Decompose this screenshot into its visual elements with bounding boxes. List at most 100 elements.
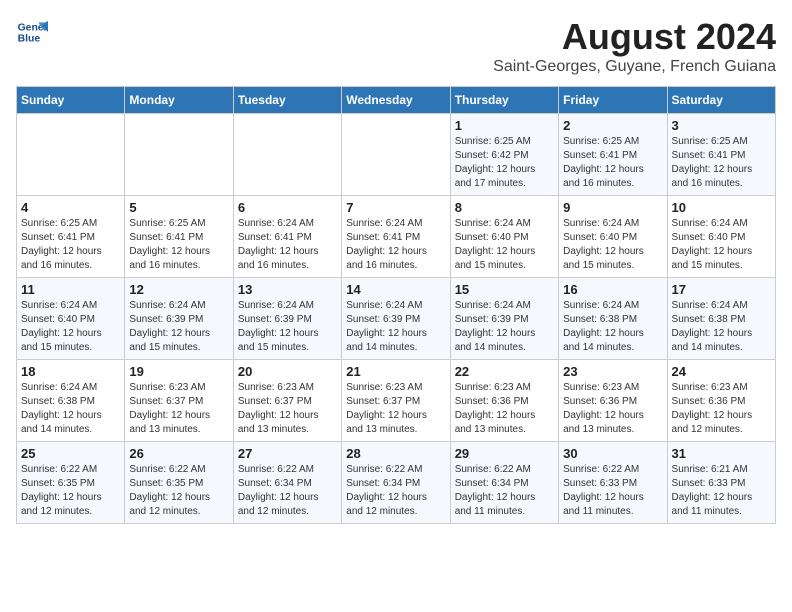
day-number: 16 (563, 282, 662, 297)
day-info: Sunrise: 6:24 AM Sunset: 6:40 PM Dayligh… (672, 217, 771, 273)
day-number: 20 (238, 364, 337, 379)
calendar-cell (125, 114, 233, 196)
weekday-header-thursday: Thursday (450, 87, 558, 114)
calendar-cell: 24Sunrise: 6:23 AM Sunset: 6:36 PM Dayli… (667, 360, 775, 442)
main-title: August 2024 (493, 16, 776, 58)
calendar-cell: 30Sunrise: 6:22 AM Sunset: 6:33 PM Dayli… (559, 442, 667, 524)
calendar-cell: 21 Sunrise: 6:23 AM Sunset: 6:37 PM Dayli… (342, 360, 450, 442)
day-info: Sunrise: 6:23 AM Sunset: 6:37 PM Dayligh… (129, 381, 228, 437)
logo: General Blue (16, 16, 48, 48)
calendar-cell: 6 Sunrise: 6:24 AM Sunset: 6:41 PM Daylig… (233, 196, 341, 278)
calendar-cell: 9Sunrise: 6:24 AM Sunset: 6:40 PM Daylig… (559, 196, 667, 278)
page-header: General Blue August 2024 Saint-Georges, … (16, 16, 776, 76)
day-info: Sunrise: 6:22 AM Sunset: 6:34 PM Dayligh… (346, 463, 445, 519)
day-number: 19 (129, 364, 228, 379)
day-info: Sunrise: 6:22 AM Sunset: 6:33 PM Dayligh… (563, 463, 662, 519)
day-number: 13 (238, 282, 337, 297)
day-info: Sunrise: 6:23 AM Sunset: 6:36 PM Dayligh… (672, 381, 771, 437)
day-number: 21 (346, 364, 445, 379)
calendar-cell: 7 Sunrise: 6:24 AM Sunset: 6:41 PM Daylig… (342, 196, 450, 278)
day-number: 11 (21, 282, 120, 297)
day-number: 22 (455, 364, 554, 379)
calendar-cell: 31 Sunrise: 6:21 AM Sunset: 6:33 PM Dayli… (667, 442, 775, 524)
day-info: Sunrise: 6:23 AM Sunset: 6:37 PM Dayligh… (346, 381, 445, 437)
day-info: Sunrise: 6:24 AM Sunset: 6:39 PM Dayligh… (238, 299, 337, 355)
calendar-cell: 10 Sunrise: 6:24 AM Sunset: 6:40 PM Dayli… (667, 196, 775, 278)
calendar-cell: 15 Sunrise: 6:24 AM Sunset: 6:39 PM Dayli… (450, 278, 558, 360)
day-info: Sunrise: 6:23 AM Sunset: 6:36 PM Dayligh… (563, 381, 662, 437)
calendar-cell: 2 Sunrise: 6:25 AM Sunset: 6:41 PM Daylig… (559, 114, 667, 196)
calendar-cell: 13 Sunrise: 6:24 AM Sunset: 6:39 PM Dayli… (233, 278, 341, 360)
day-info: Sunrise: 6:21 AM Sunset: 6:33 PM Dayligh… (672, 463, 771, 519)
day-info: Sunrise: 6:24 AM Sunset: 6:40 PM Dayligh… (455, 217, 554, 273)
day-info: Sunrise: 6:25 AM Sunset: 6:41 PM Dayligh… (672, 135, 771, 191)
day-info: Sunrise: 6:24 AM Sunset: 6:38 PM Dayligh… (21, 381, 120, 437)
day-info: Sunrise: 6:24 AM Sunset: 6:39 PM Dayligh… (455, 299, 554, 355)
logo-icon: General Blue (16, 16, 48, 48)
day-number: 25 (21, 446, 120, 461)
day-info: Sunrise: 6:25 AM Sunset: 6:42 PM Dayligh… (455, 135, 554, 191)
title-section: August 2024 Saint-Georges, Guyane, Frenc… (493, 16, 776, 76)
calendar-cell: 22 Sunrise: 6:23 AM Sunset: 6:36 PM Dayli… (450, 360, 558, 442)
svg-text:Blue: Blue (18, 34, 41, 45)
calendar-cell: 1 Sunrise: 6:25 AM Sunset: 6:42 PM Daylig… (450, 114, 558, 196)
day-info: Sunrise: 6:24 AM Sunset: 6:41 PM Dayligh… (238, 217, 337, 273)
day-number: 15 (455, 282, 554, 297)
day-info: Sunrise: 6:22 AM Sunset: 6:34 PM Dayligh… (238, 463, 337, 519)
day-info: Sunrise: 6:25 AM Sunset: 6:41 PM Dayligh… (563, 135, 662, 191)
day-number: 10 (672, 200, 771, 215)
day-number: 26 (129, 446, 228, 461)
day-number: 3 (672, 118, 771, 133)
calendar-cell (342, 114, 450, 196)
calendar-cell: 19 Sunrise: 6:23 AM Sunset: 6:37 PM Dayli… (125, 360, 233, 442)
day-number: 29 (455, 446, 554, 461)
calendar-cell: 4Sunrise: 6:25 AM Sunset: 6:41 PM Daylig… (17, 196, 125, 278)
weekday-header-monday: Monday (125, 87, 233, 114)
day-info: Sunrise: 6:24 AM Sunset: 6:39 PM Dayligh… (129, 299, 228, 355)
day-number: 6 (238, 200, 337, 215)
day-number: 4 (21, 200, 120, 215)
calendar-table: SundayMondayTuesdayWednesdayThursdayFrid… (16, 86, 776, 524)
day-info: Sunrise: 6:23 AM Sunset: 6:37 PM Dayligh… (238, 381, 337, 437)
calendar-cell: 17 Sunrise: 6:24 AM Sunset: 6:38 PM Dayli… (667, 278, 775, 360)
day-number: 14 (346, 282, 445, 297)
calendar-cell: 16 Sunrise: 6:24 AM Sunset: 6:38 PM Dayli… (559, 278, 667, 360)
weekday-header-wednesday: Wednesday (342, 87, 450, 114)
day-info: Sunrise: 6:24 AM Sunset: 6:41 PM Dayligh… (346, 217, 445, 273)
day-number: 7 (346, 200, 445, 215)
calendar-cell: 18 Sunrise: 6:24 AM Sunset: 6:38 PM Dayli… (17, 360, 125, 442)
day-number: 23 (563, 364, 662, 379)
calendar-cell: 23 Sunrise: 6:23 AM Sunset: 6:36 PM Dayli… (559, 360, 667, 442)
day-number: 12 (129, 282, 228, 297)
day-info: Sunrise: 6:24 AM Sunset: 6:38 PM Dayligh… (563, 299, 662, 355)
calendar-cell (233, 114, 341, 196)
day-number: 31 (672, 446, 771, 461)
subtitle: Saint-Georges, Guyane, French Guiana (493, 58, 776, 76)
weekday-header-row: SundayMondayTuesdayWednesdayThursdayFrid… (17, 87, 776, 114)
calendar-cell (17, 114, 125, 196)
day-info: Sunrise: 6:24 AM Sunset: 6:38 PM Dayligh… (672, 299, 771, 355)
day-info: Sunrise: 6:25 AM Sunset: 6:41 PM Dayligh… (129, 217, 228, 273)
weekday-header-sunday: Sunday (17, 87, 125, 114)
calendar-cell: 20 Sunrise: 6:23 AM Sunset: 6:37 PM Dayli… (233, 360, 341, 442)
day-info: Sunrise: 6:23 AM Sunset: 6:36 PM Dayligh… (455, 381, 554, 437)
day-number: 28 (346, 446, 445, 461)
day-number: 17 (672, 282, 771, 297)
calendar-week-row: 11Sunrise: 6:24 AM Sunset: 6:40 PM Dayli… (17, 278, 776, 360)
weekday-header-tuesday: Tuesday (233, 87, 341, 114)
calendar-cell: 8Sunrise: 6:24 AM Sunset: 6:40 PM Daylig… (450, 196, 558, 278)
weekday-header-friday: Friday (559, 87, 667, 114)
calendar-cell: 26 Sunrise: 6:22 AM Sunset: 6:35 PM Dayli… (125, 442, 233, 524)
calendar-cell: 25Sunrise: 6:22 AM Sunset: 6:35 PM Dayli… (17, 442, 125, 524)
calendar-cell: 11Sunrise: 6:24 AM Sunset: 6:40 PM Dayli… (17, 278, 125, 360)
day-info: Sunrise: 6:22 AM Sunset: 6:35 PM Dayligh… (129, 463, 228, 519)
calendar-cell: 12 Sunrise: 6:24 AM Sunset: 6:39 PM Dayli… (125, 278, 233, 360)
day-number: 18 (21, 364, 120, 379)
day-number: 5 (129, 200, 228, 215)
calendar-cell: 29Sunrise: 6:22 AM Sunset: 6:34 PM Dayli… (450, 442, 558, 524)
weekday-header-saturday: Saturday (667, 87, 775, 114)
day-number: 1 (455, 118, 554, 133)
calendar-cell: 14 Sunrise: 6:24 AM Sunset: 6:39 PM Dayli… (342, 278, 450, 360)
day-info: Sunrise: 6:24 AM Sunset: 6:39 PM Dayligh… (346, 299, 445, 355)
day-number: 2 (563, 118, 662, 133)
